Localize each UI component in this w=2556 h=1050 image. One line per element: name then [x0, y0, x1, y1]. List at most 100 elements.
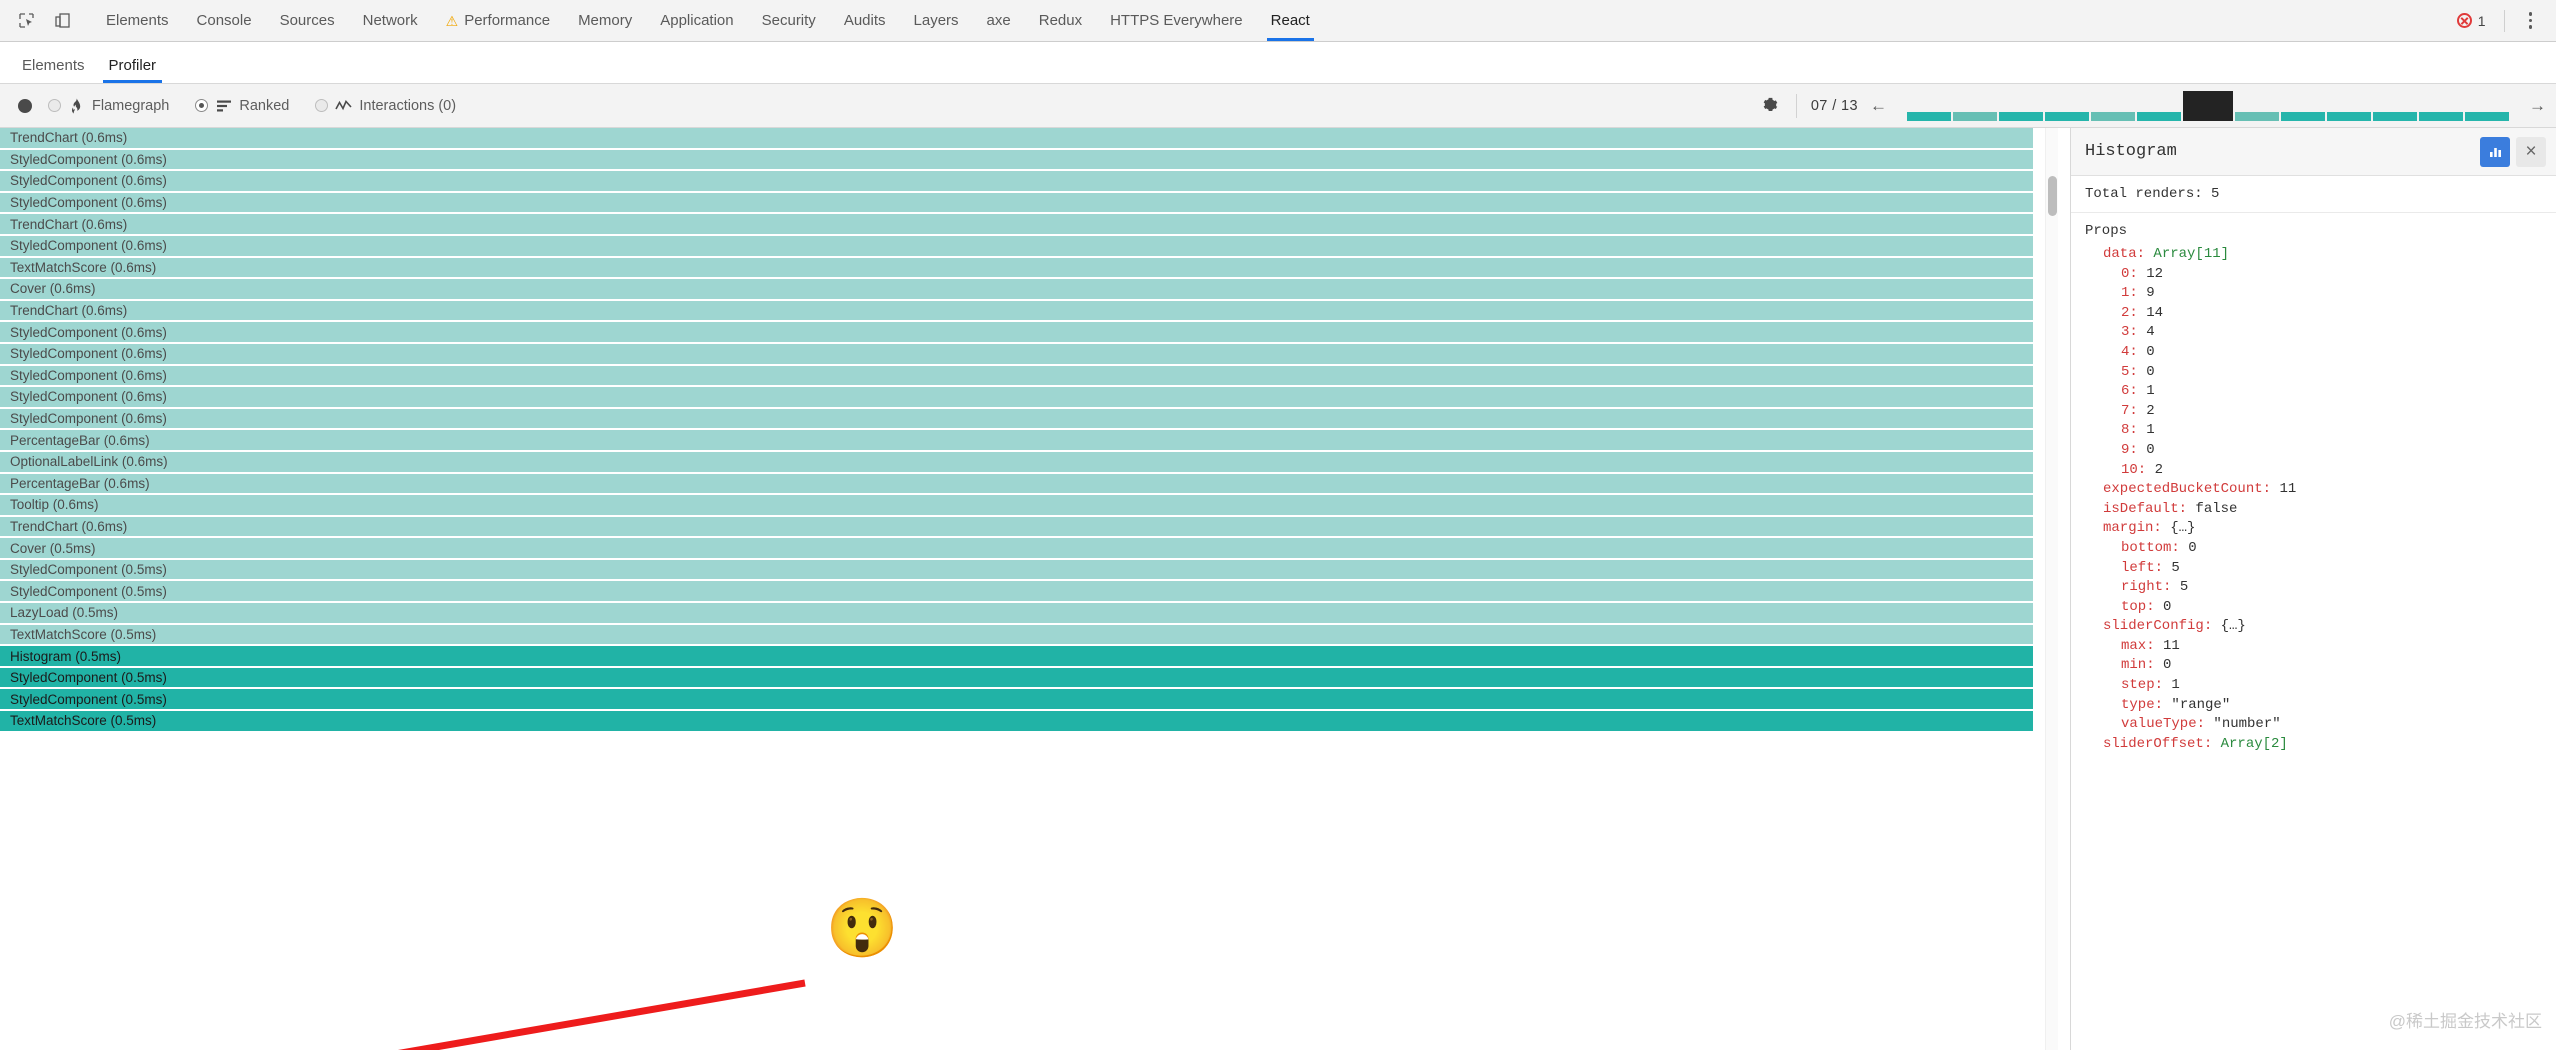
commit-bar[interactable] — [2281, 111, 2325, 121]
radio-button[interactable] — [195, 99, 209, 112]
close-icon[interactable]: × — [2516, 136, 2546, 167]
prop-row[interactable]: sliderOffset: Array[2] — [2085, 735, 2556, 755]
prop-row[interactable]: 0: 12 — [2085, 265, 2556, 285]
prop-row[interactable]: max: 11 — [2085, 637, 2556, 657]
commit-bar[interactable] — [2327, 111, 2371, 121]
ranked-row[interactable]: TrendChart (0.6ms) — [0, 300, 2033, 321]
ranked-row[interactable]: PercentageBar (0.6ms) — [0, 430, 2033, 450]
prop-row[interactable]: 8: 1 — [2085, 421, 2556, 441]
commit-bar[interactable] — [1907, 111, 1951, 121]
scrollbar-thumb[interactable] — [2048, 176, 2057, 216]
prop-row[interactable]: margin: {…} — [2085, 519, 2556, 539]
prop-row[interactable]: left: 5 — [2085, 559, 2556, 579]
prop-row[interactable]: bottom: 0 — [2085, 539, 2556, 559]
record-button[interactable] — [18, 98, 32, 113]
devtools-tab-console[interactable]: Console — [183, 0, 266, 41]
prop-row[interactable]: 6: 1 — [2085, 382, 2556, 402]
error-count-badge[interactable]: 1 — [2456, 13, 2486, 29]
devtools-tab-security[interactable]: Security — [748, 0, 830, 41]
kebab-menu-icon[interactable] — [2523, 8, 2539, 33]
commit-bar[interactable] — [2045, 111, 2089, 121]
view-mode-ranked[interactable]: Ranked — [195, 98, 289, 114]
prop-row[interactable]: right: 5 — [2085, 578, 2556, 598]
devtools-tab-sources[interactable]: Sources — [266, 0, 349, 41]
commit-bar[interactable] — [1999, 111, 2043, 121]
ranked-pane-scrollbar[interactable] — [2045, 128, 2058, 1050]
radio-button[interactable] — [315, 99, 329, 112]
prop-row[interactable]: 7: 2 — [2085, 402, 2556, 422]
devtools-tab-redux[interactable]: Redux — [1025, 0, 1096, 41]
commit-bar[interactable] — [2419, 111, 2463, 121]
prop-row[interactable]: 3: 4 — [2085, 323, 2556, 343]
ranked-row[interactable]: TextMatchScore (0.5ms) — [0, 711, 2033, 731]
prop-row[interactable]: step: 1 — [2085, 676, 2556, 696]
ranked-row[interactable]: PercentageBar (0.6ms) — [0, 473, 2033, 494]
prop-row[interactable]: 4: 0 — [2085, 343, 2556, 363]
commit-bar-strip[interactable] — [1907, 90, 2509, 121]
devtools-tab-network[interactable]: Network — [349, 0, 432, 41]
prop-row[interactable]: 5: 0 — [2085, 363, 2556, 383]
ranked-row[interactable]: StyledComponent (0.6ms) — [0, 408, 2033, 429]
commit-bar[interactable] — [2235, 111, 2279, 121]
commit-bar[interactable] — [1953, 111, 1997, 121]
ranked-row[interactable]: Cover (0.5ms) — [0, 538, 2033, 558]
devtools-tab-https-everywhere[interactable]: HTTPS Everywhere — [1096, 0, 1257, 41]
commit-bar[interactable] — [2373, 111, 2417, 121]
prop-row[interactable]: isDefault: false — [2085, 500, 2556, 520]
ranked-row[interactable]: StyledComponent (0.5ms) — [0, 667, 2033, 688]
commit-bar[interactable] — [2091, 111, 2135, 121]
commit-bar[interactable] — [2465, 111, 2509, 121]
commit-bar[interactable] — [2183, 90, 2233, 121]
ranked-row[interactable]: LazyLoad (0.5ms) — [0, 603, 2033, 623]
ranked-row[interactable]: Cover (0.6ms) — [0, 279, 2033, 299]
inspect-element-icon[interactable] — [8, 4, 44, 38]
ranked-row[interactable]: StyledComponent (0.6ms) — [0, 171, 2033, 191]
devtools-tab-elements[interactable]: Elements — [92, 0, 183, 41]
devtools-tab-layers[interactable]: Layers — [900, 0, 973, 41]
prop-row[interactable]: 9: 0 — [2085, 441, 2556, 461]
ranked-row[interactable]: OptionalLabelLink (0.6ms) — [0, 451, 2033, 472]
ranked-row[interactable]: StyledComponent (0.5ms) — [0, 581, 2033, 602]
devtools-tab-react[interactable]: React — [1257, 0, 1324, 41]
prop-row[interactable]: type: "range" — [2085, 696, 2556, 716]
prop-row[interactable]: expectedBucketCount: 11 — [2085, 480, 2556, 500]
ranked-row[interactable]: StyledComponent (0.5ms) — [0, 559, 2033, 580]
devtools-tab-memory[interactable]: Memory — [564, 0, 646, 41]
prop-row[interactable]: min: 0 — [2085, 656, 2556, 676]
radio-button[interactable] — [48, 99, 61, 112]
device-toolbar-icon[interactable] — [44, 4, 80, 38]
ranked-row[interactable]: TextMatchScore (0.5ms) — [0, 624, 2033, 645]
prop-row[interactable]: 10: 2 — [2085, 461, 2556, 481]
ranked-row[interactable]: StyledComponent (0.6ms) — [0, 192, 2033, 213]
next-commit-arrow-icon[interactable]: → — [2529, 97, 2546, 114]
devtools-tab-audits[interactable]: Audits — [830, 0, 900, 41]
ranked-row[interactable]: TextMatchScore (0.6ms) — [0, 257, 2033, 278]
ranked-row[interactable]: StyledComponent (0.6ms) — [0, 343, 2033, 364]
view-mode-flamegraph[interactable]: Flamegraph — [48, 98, 169, 114]
ranked-row[interactable]: StyledComponent (0.6ms) — [0, 322, 2033, 342]
ranked-row[interactable]: TrendChart (0.6ms) — [0, 128, 2033, 148]
devtools-tab-performance[interactable]: ⚠ Performance — [432, 0, 564, 41]
ranked-row[interactable]: StyledComponent (0.5ms) — [0, 689, 2033, 710]
ranked-row[interactable]: StyledComponent (0.6ms) — [0, 387, 2033, 407]
bar-chart-icon[interactable] — [2480, 136, 2510, 167]
ranked-row[interactable]: StyledComponent (0.6ms) — [0, 365, 2033, 386]
prop-row[interactable]: top: 0 — [2085, 598, 2556, 618]
ranked-row[interactable]: StyledComponent (0.6ms) — [0, 235, 2033, 256]
prop-row[interactable]: data: Array[11] — [2085, 245, 2556, 265]
devtools-tab-axe[interactable]: axe — [973, 0, 1025, 41]
ranked-row[interactable]: Tooltip (0.6ms) — [0, 495, 2033, 515]
prop-row[interactable]: 2: 14 — [2085, 304, 2556, 324]
ranked-row[interactable]: TrendChart (0.6ms) — [0, 516, 2033, 537]
ranked-row[interactable]: StyledComponent (0.6ms) — [0, 149, 2033, 170]
prop-row[interactable]: 1: 9 — [2085, 284, 2556, 304]
ranked-row[interactable]: TrendChart (0.6ms) — [0, 214, 2033, 234]
prop-row[interactable]: sliderConfig: {…} — [2085, 617, 2556, 637]
prop-row[interactable]: valueType: "number" — [2085, 715, 2556, 735]
react-subtab-elements[interactable]: Elements — [10, 57, 97, 83]
ranked-row[interactable]: Histogram (0.5ms) — [0, 646, 2033, 666]
react-subtab-profiler[interactable]: Profiler — [97, 57, 169, 83]
gear-icon[interactable] — [1749, 96, 1792, 115]
commit-bar[interactable] — [2137, 111, 2181, 121]
devtools-tab-application[interactable]: Application — [646, 0, 747, 41]
